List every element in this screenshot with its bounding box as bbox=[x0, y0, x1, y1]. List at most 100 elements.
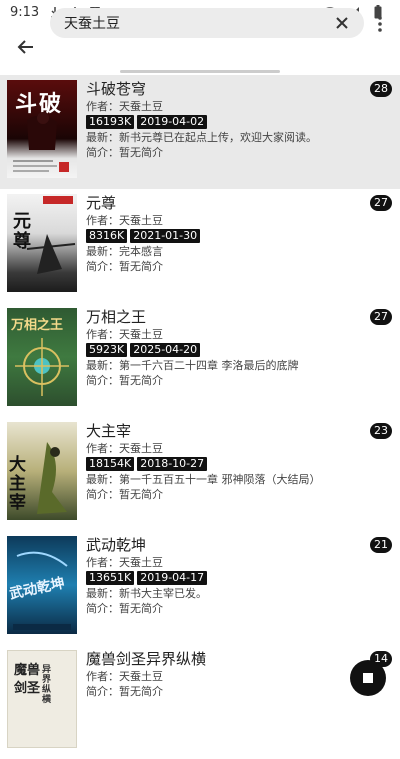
clear-button[interactable] bbox=[330, 11, 354, 35]
book-title: 元尊 bbox=[86, 194, 117, 212]
book-size: 5923K bbox=[86, 343, 128, 357]
intro-label: 简介： bbox=[86, 488, 119, 501]
latest-chapter: 第一千五百五十一章 邪神陨落（大结局） bbox=[119, 473, 321, 486]
book-item[interactable]: 斗破 斗破苍穹 作者：天蚕土豆 16193K 2019-04-02 最新：新书元… bbox=[0, 75, 400, 189]
book-latest: 最新：第一千五百五十一章 邪神陨落（大结局） bbox=[86, 472, 368, 487]
book-cover: 万相之王 bbox=[7, 308, 77, 406]
book-title: 大主宰 bbox=[86, 422, 132, 440]
result-count-badge: 23 bbox=[370, 423, 392, 439]
book-size: 13651K bbox=[86, 571, 135, 585]
author-label: 作者： bbox=[86, 670, 119, 683]
cover-art bbox=[15, 338, 69, 396]
book-info: 魔兽剑圣异界纵横 作者：天蚕土豆 简介：暂无简介 bbox=[86, 649, 368, 699]
latest-label: 最新： bbox=[86, 245, 119, 258]
intro-text: 暂无简介 bbox=[119, 685, 163, 698]
arrow-left-icon bbox=[17, 40, 33, 54]
book-latest: 最新：完本感言 bbox=[86, 244, 368, 259]
book-item[interactable]: 大主宰 大主宰 作者：天蚕土豆 18154K 2018-10-27 最新：第一千… bbox=[0, 417, 400, 531]
more-vert-icon bbox=[378, 16, 382, 32]
book-item[interactable]: 魔兽 剑圣 异界纵横 魔兽剑圣异界纵横 作者：天蚕土豆 简介：暂无简介 14 bbox=[0, 645, 400, 759]
author-name: 天蚕土豆 bbox=[119, 670, 163, 683]
book-intro: 简介：暂无简介 bbox=[86, 145, 368, 160]
author-name: 天蚕土豆 bbox=[119, 328, 163, 341]
book-date: 2021-01-30 bbox=[130, 229, 201, 243]
book-item[interactable]: 万相之王 万相之王 作者：天蚕土豆 5923K 2025-04-20 最新：第一… bbox=[0, 303, 400, 417]
book-info: 大主宰 作者：天蚕土豆 18154K 2018-10-27 最新：第一千五百五十… bbox=[86, 421, 368, 502]
author-name: 天蚕土豆 bbox=[119, 442, 163, 455]
book-cover: 大主宰 bbox=[7, 422, 77, 520]
search-field bbox=[50, 8, 364, 38]
book-intro: 简介：暂无简介 bbox=[86, 601, 368, 616]
intro-label: 简介： bbox=[86, 146, 119, 159]
book-cover: 斗破 bbox=[7, 80, 77, 178]
latest-chapter: 完本感言 bbox=[119, 245, 163, 258]
book-intro: 简介：暂无简介 bbox=[86, 487, 368, 502]
book-size: 18154K bbox=[86, 457, 135, 471]
book-cover: 魔兽 剑圣 异界纵横 bbox=[7, 650, 77, 748]
book-title: 魔兽剑圣异界纵横 bbox=[86, 650, 207, 668]
book-latest: 最新：新书元尊已在起点上传，欢迎大家阅读。 bbox=[86, 130, 368, 145]
result-count-badge: 28 bbox=[370, 81, 392, 97]
book-author: 作者：天蚕土豆 bbox=[86, 555, 368, 570]
back-button[interactable] bbox=[8, 29, 44, 65]
search-input[interactable] bbox=[64, 15, 330, 31]
latest-label: 最新： bbox=[86, 587, 119, 600]
status-time: 9:13 bbox=[10, 4, 40, 20]
cover-art bbox=[13, 112, 69, 172]
author-name: 天蚕土豆 bbox=[119, 100, 163, 113]
intro-text: 暂无简介 bbox=[119, 260, 163, 273]
intro-text: 暂无简介 bbox=[119, 602, 163, 615]
book-intro: 简介：暂无简介 bbox=[86, 684, 368, 699]
book-date: 2019-04-02 bbox=[137, 115, 208, 129]
book-title: 万相之王 bbox=[86, 308, 147, 326]
book-info: 万相之王 作者：天蚕土豆 5923K 2025-04-20 最新：第一千六百二十… bbox=[86, 307, 368, 388]
book-item[interactable]: 武动乾坤 武动乾坤 作者：天蚕土豆 13651K 2019-04-17 最新：新… bbox=[0, 531, 400, 645]
cover-art bbox=[13, 551, 71, 630]
author-label: 作者： bbox=[86, 556, 119, 569]
author-label: 作者： bbox=[86, 214, 119, 227]
cover-art bbox=[37, 442, 67, 514]
intro-label: 简介： bbox=[86, 374, 119, 387]
book-title: 斗破苍穹 bbox=[86, 80, 147, 98]
book-item[interactable]: 元尊 元尊 作者：天蚕土豆 8316K 2021-01-30 最新：完本感言 简… bbox=[0, 189, 400, 303]
book-size: 16193K bbox=[86, 115, 135, 129]
book-date: 2018-10-27 bbox=[137, 457, 208, 471]
book-size: 8316K bbox=[86, 229, 128, 243]
book-date: 2025-04-20 bbox=[130, 343, 201, 357]
book-intro: 简介：暂无简介 bbox=[86, 373, 368, 388]
result-count-badge: 21 bbox=[370, 537, 392, 553]
book-latest: 最新：新书大主宰已发。 bbox=[86, 586, 368, 601]
latest-chapter: 新书大主宰已发。 bbox=[119, 587, 207, 600]
book-cover: 元尊 bbox=[7, 194, 77, 292]
cover-title: 异界纵横 bbox=[42, 665, 52, 705]
cover-title: 魔兽 bbox=[14, 663, 41, 678]
author-label: 作者： bbox=[86, 100, 119, 113]
latest-label: 最新： bbox=[86, 473, 119, 486]
book-author: 作者：天蚕土豆 bbox=[86, 441, 368, 456]
stop-icon bbox=[363, 673, 373, 683]
author-label: 作者： bbox=[86, 328, 119, 341]
author-name: 天蚕土豆 bbox=[119, 214, 163, 227]
result-count-badge: 27 bbox=[370, 309, 392, 325]
close-icon bbox=[336, 17, 348, 29]
intro-text: 暂无简介 bbox=[119, 374, 163, 387]
book-author: 作者：天蚕土豆 bbox=[86, 327, 368, 342]
loading-indicator bbox=[120, 70, 280, 73]
book-info: 斗破苍穹 作者：天蚕土豆 16193K 2019-04-02 最新：新书元尊已在… bbox=[86, 79, 368, 160]
latest-label: 最新： bbox=[86, 131, 119, 144]
book-tags: 8316K 2021-01-30 bbox=[86, 229, 368, 243]
book-author: 作者：天蚕土豆 bbox=[86, 669, 368, 684]
intro-label: 简介： bbox=[86, 685, 119, 698]
cover-title: 剑圣 bbox=[14, 681, 41, 696]
cover-art bbox=[26, 196, 76, 274]
book-tags: 18154K 2018-10-27 bbox=[86, 457, 368, 471]
book-tags: 13651K 2019-04-17 bbox=[86, 571, 368, 585]
book-title: 武动乾坤 bbox=[86, 536, 147, 554]
book-tags: 5923K 2025-04-20 bbox=[86, 343, 368, 357]
book-latest: 最新：第一千六百二十四章 李洛最后的底牌 bbox=[86, 358, 368, 373]
stop-search-button[interactable] bbox=[350, 660, 386, 696]
more-options-button[interactable] bbox=[368, 12, 392, 36]
book-cover: 武动乾坤 bbox=[7, 536, 77, 634]
latest-label: 最新： bbox=[86, 359, 119, 372]
book-info: 元尊 作者：天蚕土豆 8316K 2021-01-30 最新：完本感言 简介：暂… bbox=[86, 193, 368, 274]
